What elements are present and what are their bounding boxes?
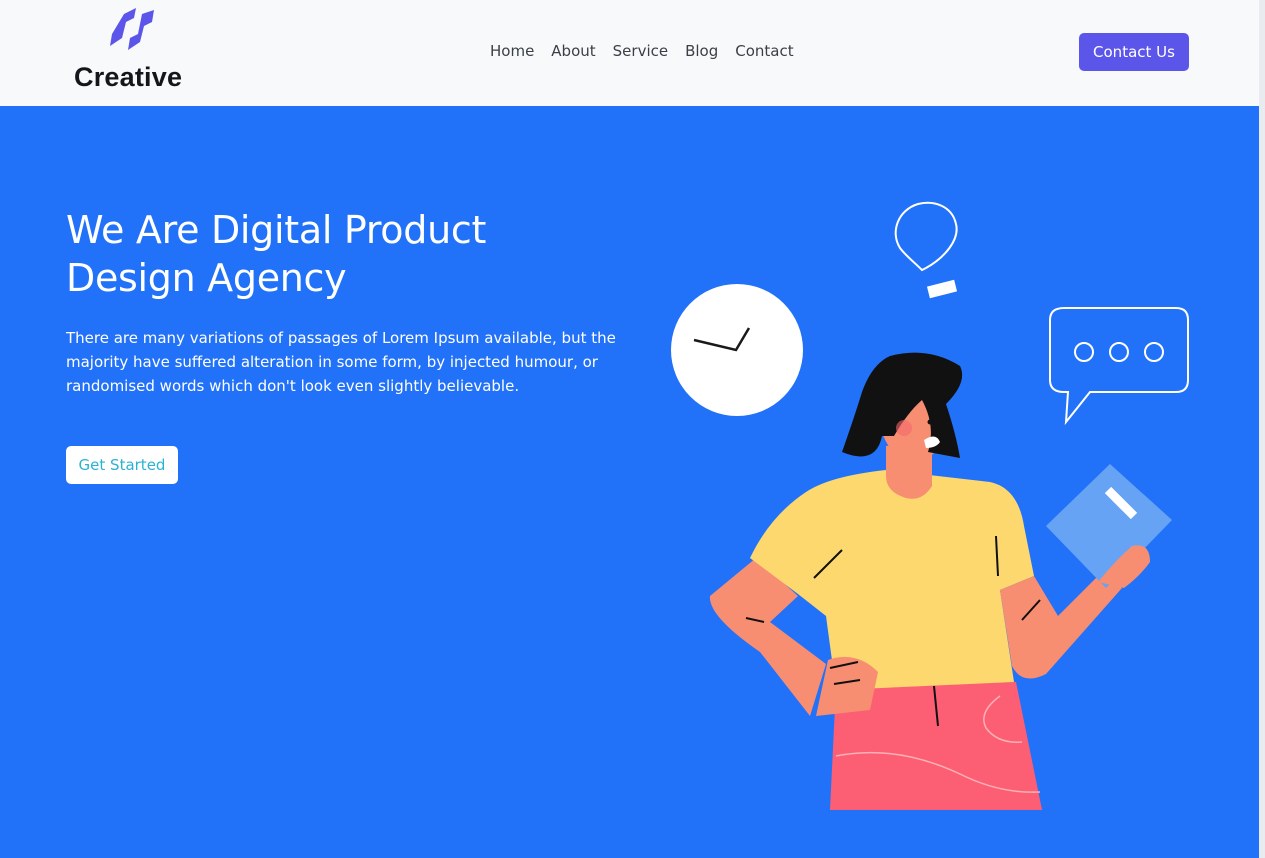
creative-logo-icon (110, 8, 154, 50)
hero-description: There are many variations of passages of… (66, 326, 636, 398)
contact-us-button[interactable]: Contact Us (1079, 33, 1189, 71)
clock-icon (671, 284, 803, 416)
nav-contact[interactable]: Contact (735, 42, 793, 60)
scrollbar[interactable] (1259, 0, 1265, 858)
nav-about[interactable]: About (551, 42, 595, 60)
hero-title-line-1: We Are Digital Product (66, 208, 487, 252)
logo[interactable]: Creative (74, 8, 194, 98)
chat-bubble-icon (1049, 307, 1189, 426)
hero-description-line-2: majority have suffered alteration in som… (66, 353, 598, 371)
hero-illustration (671, 201, 1189, 810)
hero-description-line-3: randomised words which don't look even s… (66, 377, 520, 395)
main-nav: Home About Service Blog Contact (490, 42, 794, 60)
hero-section: We Are Digital Product Design Agency The… (0, 106, 1265, 858)
nav-home[interactable]: Home (490, 42, 534, 60)
brand-name: Creative (74, 62, 183, 92)
lightbulb-icon (894, 201, 958, 299)
hero-title-line-2: Design Agency (66, 256, 347, 300)
site-header: Creative Home About Service Blog Contact… (0, 0, 1265, 106)
hero-description-line-1: There are many variations of passages of… (66, 329, 616, 347)
nav-service[interactable]: Service (613, 42, 668, 60)
hero-title: We Are Digital Product Design Agency (66, 206, 586, 302)
person-illustration (709, 352, 1172, 810)
get-started-button[interactable]: Get Started (66, 446, 178, 484)
nav-blog[interactable]: Blog (685, 42, 718, 60)
